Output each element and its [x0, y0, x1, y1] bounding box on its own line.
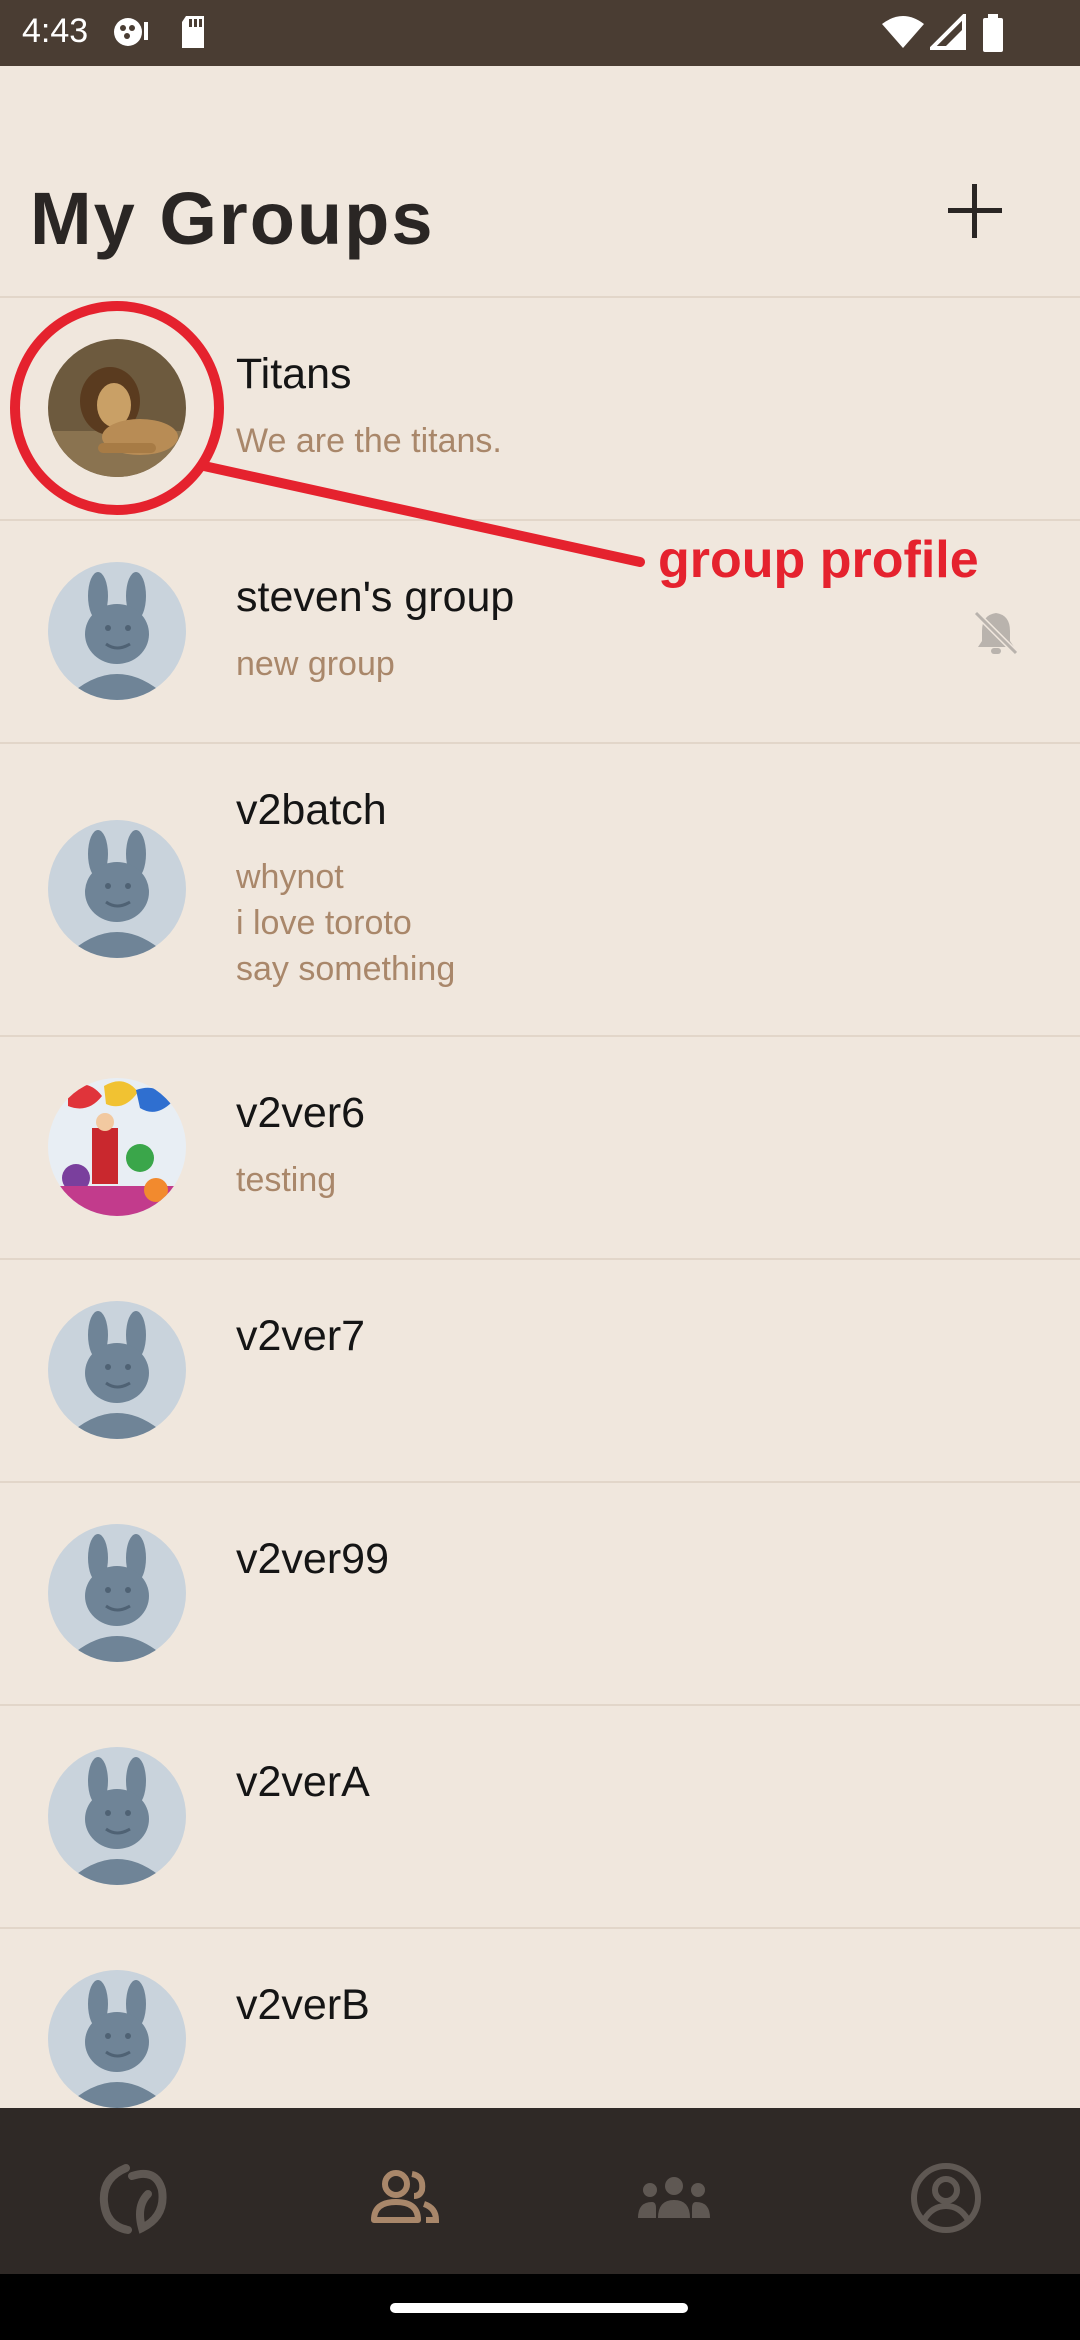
nav-friends-icon[interactable] [366, 2160, 442, 2236]
group-description: testing [236, 1161, 337, 1199]
system-gesture-bar [0, 2274, 1080, 2340]
group-description: whynot i love toroto say something [236, 858, 456, 988]
default-avatar-icon [48, 1970, 186, 2108]
group-row-v2ver7[interactable]: v2ver7 [0, 1260, 1080, 1483]
home-gesture-handle[interactable] [390, 2303, 688, 2313]
annotation-label: group profile [658, 531, 979, 589]
group-avatar[interactable] [48, 1524, 186, 1662]
nav-home-logo-icon[interactable] [96, 2160, 172, 2236]
group-row-v2vera[interactable]: v2verA [0, 1706, 1080, 1929]
bottom-navigation [0, 2108, 1080, 2274]
group-avatar[interactable] [48, 1301, 186, 1439]
group-name: v2ver99 [236, 1535, 389, 1583]
default-avatar-icon [48, 1524, 186, 1662]
default-avatar-icon [48, 820, 186, 958]
default-avatar-icon [48, 1747, 186, 1885]
nav-groups-icon[interactable] [636, 2160, 712, 2236]
cartoon-characters-photo [48, 1078, 186, 1216]
group-name: v2verA [236, 1758, 370, 1806]
annotation-overlay [10, 301, 645, 567]
group-name: v2ver6 [236, 1089, 366, 1137]
annotation-pointer-line [199, 461, 645, 567]
annotation-circle [10, 301, 224, 515]
group-avatar[interactable] [48, 1970, 186, 2108]
group-name: v2batch [236, 786, 387, 834]
group-row-v2ver99[interactable]: v2ver99 [0, 1483, 1080, 1706]
group-avatar[interactable] [48, 1747, 186, 1885]
group-avatar[interactable] [48, 820, 186, 958]
group-name: v2verB [236, 1981, 370, 2029]
group-row-v2batch[interactable]: v2batch whynot i love toroto say somethi… [0, 744, 1080, 1037]
nav-profile-icon[interactable] [908, 2160, 984, 2236]
group-row-v2ver6[interactable]: v2ver6 testing [0, 1037, 1080, 1260]
group-avatar[interactable] [48, 1078, 186, 1216]
group-name: v2ver7 [236, 1312, 366, 1360]
default-avatar-icon [48, 1301, 186, 1439]
